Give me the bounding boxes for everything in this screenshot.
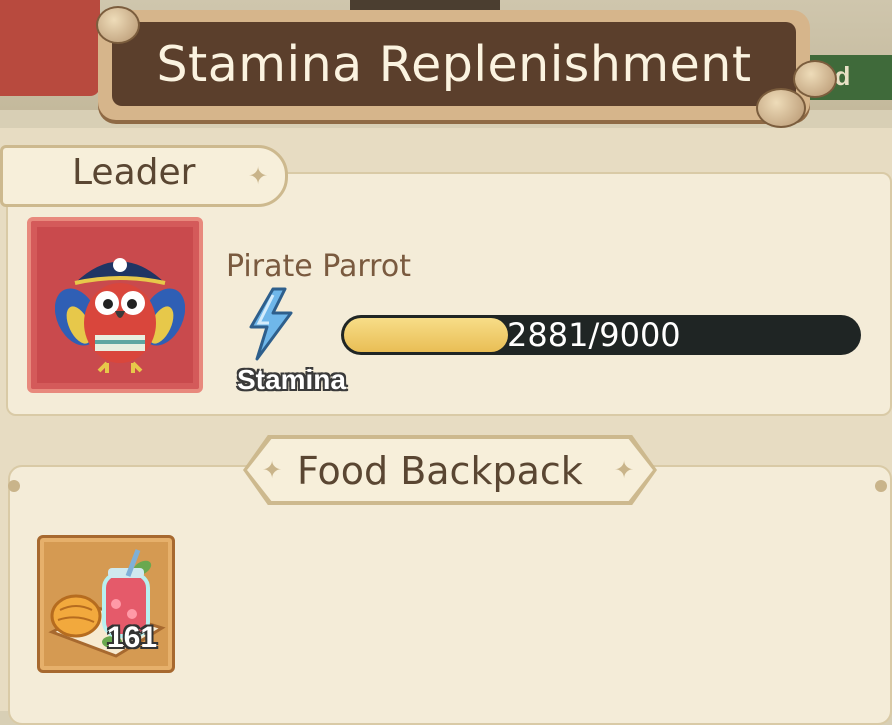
pirate-parrot-icon: [55, 258, 185, 373]
background-avatar: [0, 0, 100, 96]
banner-knob-right-lower: [756, 88, 806, 128]
banner-knob-right: [793, 60, 837, 98]
lightning-icon: [249, 287, 293, 361]
corner-rivet: [875, 480, 887, 492]
sparkle-icon: ✦: [248, 162, 269, 190]
banner-knob-left: [96, 6, 140, 44]
stamina-label: Stamina: [237, 364, 346, 395]
corner-rivet: [8, 480, 20, 492]
title-plate: Stamina Replenishment: [112, 22, 796, 106]
leader-portrait[interactable]: [27, 217, 203, 393]
leader-pet-name: Pirate Parrot: [226, 249, 411, 284]
food-section-label: Food Backpack: [297, 449, 583, 493]
sparkle-icon: ✦: [262, 456, 283, 484]
stamina-bar-fill: [344, 318, 509, 352]
title-banner: Stamina Replenishment: [98, 10, 810, 120]
stamina-value: 2881/9000: [507, 316, 681, 354]
leader-section-label: Leader: [72, 152, 196, 193]
food-item-count: 161: [107, 621, 158, 654]
page-title: Stamina Replenishment: [156, 35, 752, 93]
sparkle-icon: ✦: [614, 456, 635, 484]
